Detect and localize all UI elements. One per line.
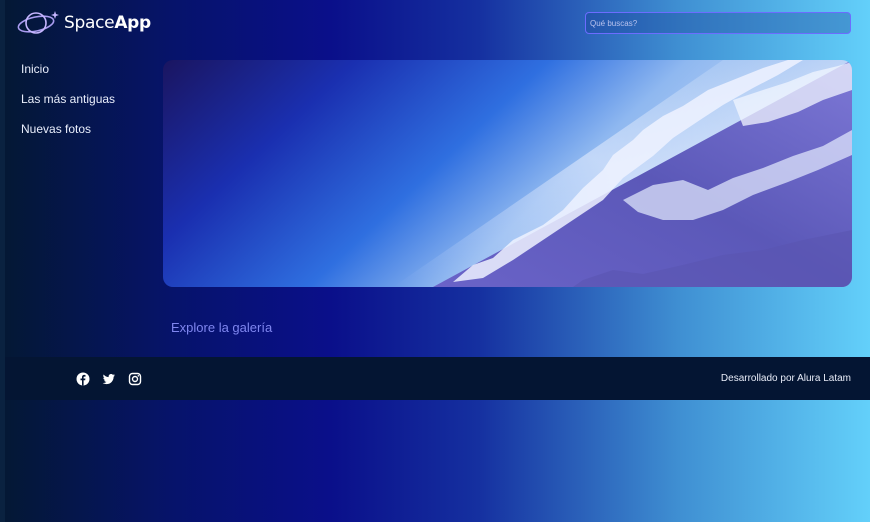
instagram-icon[interactable] xyxy=(128,372,142,386)
sidebar-item-inicio[interactable]: Inicio xyxy=(21,62,115,92)
footer-credit: Desarrollado por Alura Latam xyxy=(720,373,851,384)
footer: Desarrollado por Alura Latam xyxy=(5,357,870,400)
facebook-icon[interactable] xyxy=(76,372,90,386)
left-edge-strip xyxy=(0,0,5,522)
banner-image xyxy=(163,60,852,287)
brand-name-regular: Space xyxy=(64,13,115,33)
planet-icon xyxy=(17,11,59,34)
sidebar-item-mas-antiguas[interactable]: Las más antiguas xyxy=(21,92,115,122)
brand-name-bold: App xyxy=(114,13,151,33)
logo[interactable]: SpaceApp xyxy=(16,8,151,38)
search-input[interactable] xyxy=(585,12,851,34)
sidebar-nav: Inicio Las más antiguas Nuevas fotos xyxy=(21,62,115,152)
sidebar-item-nuevas-fotos[interactable]: Nuevas fotos xyxy=(21,122,115,152)
earth-horizon-illustration xyxy=(163,60,852,287)
explore-gallery-heading: Explore la galería xyxy=(171,320,273,335)
header: SpaceApp xyxy=(0,0,870,48)
brand-name: SpaceApp xyxy=(64,13,151,33)
social-links xyxy=(76,372,142,386)
twitter-icon[interactable] xyxy=(102,372,116,386)
